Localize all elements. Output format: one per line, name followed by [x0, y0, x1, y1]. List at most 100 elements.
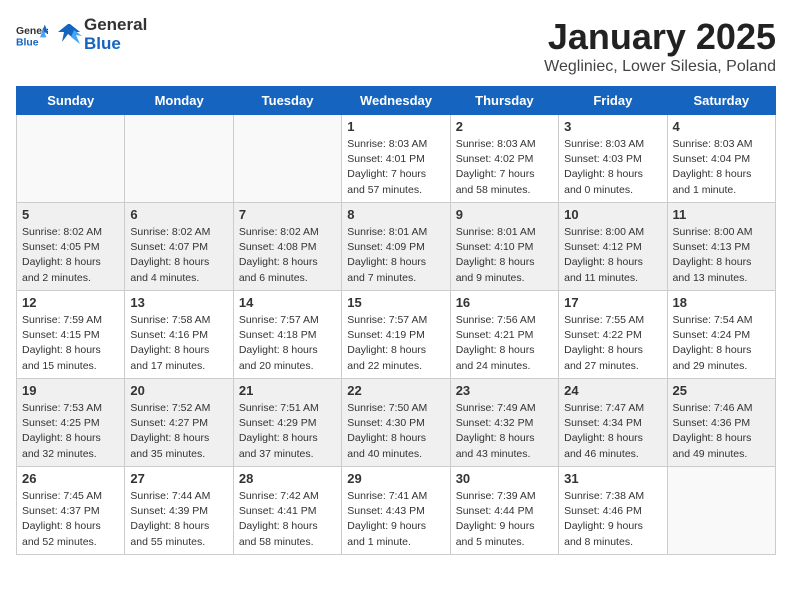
logo-blue-text: Blue	[84, 35, 147, 54]
day-number: 23	[456, 383, 553, 398]
calendar-day-cell: 10 Sunrise: 8:00 AM Sunset: 4:12 PM Dayli…	[559, 203, 667, 291]
day-header-saturday: Saturday	[667, 87, 775, 115]
calendar-day-cell: 19 Sunrise: 7:53 AM Sunset: 4:25 PM Dayli…	[17, 379, 125, 467]
day-info: Sunrise: 8:02 AM Sunset: 4:07 PM Dayligh…	[130, 225, 227, 286]
day-info: Sunrise: 8:01 AM Sunset: 4:09 PM Dayligh…	[347, 225, 444, 286]
calendar-day-cell: 27 Sunrise: 7:44 AM Sunset: 4:39 PM Dayli…	[125, 467, 233, 555]
calendar-day-cell: 11Sunrise: 8:00 AM Sunset: 4:13 PM Dayli…	[667, 203, 775, 291]
calendar-day-cell: 14 Sunrise: 7:57 AM Sunset: 4:18 PM Dayli…	[233, 291, 341, 379]
day-number: 8	[347, 207, 444, 222]
calendar-day-cell: 9Sunrise: 8:01 AM Sunset: 4:10 PM Daylig…	[450, 203, 558, 291]
day-info: Sunrise: 7:49 AM Sunset: 4:32 PM Dayligh…	[456, 401, 553, 462]
calendar-day-cell: 25 Sunrise: 7:46 AM Sunset: 4:36 PM Dayli…	[667, 379, 775, 467]
day-info: Sunrise: 7:39 AM Sunset: 4:44 PM Dayligh…	[456, 489, 553, 550]
day-info: Sunrise: 7:57 AM Sunset: 4:18 PM Dayligh…	[239, 313, 336, 374]
day-number: 1	[347, 119, 444, 134]
calendar-empty-cell	[17, 115, 125, 203]
calendar-day-cell: 17 Sunrise: 7:55 AM Sunset: 4:22 PM Dayli…	[559, 291, 667, 379]
day-number: 10	[564, 207, 661, 222]
day-info: Sunrise: 7:44 AM Sunset: 4:39 PM Dayligh…	[130, 489, 227, 550]
day-number: 29	[347, 471, 444, 486]
logo-icon: General Blue	[16, 21, 48, 49]
calendar-day-cell: 28Sunrise: 7:42 AM Sunset: 4:41 PM Dayli…	[233, 467, 341, 555]
calendar-day-cell: 20Sunrise: 7:52 AM Sunset: 4:27 PM Dayli…	[125, 379, 233, 467]
calendar-day-cell: 13 Sunrise: 7:58 AM Sunset: 4:16 PM Dayli…	[125, 291, 233, 379]
day-number: 21	[239, 383, 336, 398]
calendar-day-cell: 1 Sunrise: 8:03 AM Sunset: 4:01 PM Daylig…	[342, 115, 450, 203]
day-number: 4	[673, 119, 770, 134]
day-info: Sunrise: 7:53 AM Sunset: 4:25 PM Dayligh…	[22, 401, 119, 462]
logo-bird-icon	[52, 22, 82, 48]
day-info: Sunrise: 7:38 AM Sunset: 4:46 PM Dayligh…	[564, 489, 661, 550]
day-number: 9	[456, 207, 553, 222]
day-info: Sunrise: 7:41 AM Sunset: 4:43 PM Dayligh…	[347, 489, 444, 550]
calendar-week-row: 26Sunrise: 7:45 AM Sunset: 4:37 PM Dayli…	[17, 467, 776, 555]
calendar-title-area: January 2025 Wegliniec, Lower Silesia, P…	[544, 16, 776, 76]
calendar-day-cell: 23 Sunrise: 7:49 AM Sunset: 4:32 PM Dayli…	[450, 379, 558, 467]
page-header: General Blue General Blue January 2025 W…	[16, 16, 776, 76]
calendar-empty-cell	[667, 467, 775, 555]
day-header-tuesday: Tuesday	[233, 87, 341, 115]
day-number: 27	[130, 471, 227, 486]
day-number: 28	[239, 471, 336, 486]
day-number: 17	[564, 295, 661, 310]
day-number: 19	[22, 383, 119, 398]
day-info: Sunrise: 8:03 AM Sunset: 4:04 PM Dayligh…	[673, 137, 770, 198]
day-info: Sunrise: 8:02 AM Sunset: 4:08 PM Dayligh…	[239, 225, 336, 286]
calendar-week-row: 5 Sunrise: 8:02 AM Sunset: 4:05 PM Daylig…	[17, 203, 776, 291]
calendar-day-cell: 16Sunrise: 7:56 AM Sunset: 4:21 PM Dayli…	[450, 291, 558, 379]
calendar-empty-cell	[233, 115, 341, 203]
calendar-day-cell: 21 Sunrise: 7:51 AM Sunset: 4:29 PM Dayli…	[233, 379, 341, 467]
day-info: Sunrise: 7:55 AM Sunset: 4:22 PM Dayligh…	[564, 313, 661, 374]
day-number: 14	[239, 295, 336, 310]
day-info: Sunrise: 8:03 AM Sunset: 4:02 PM Dayligh…	[456, 137, 553, 198]
calendar-day-cell: 24 Sunrise: 7:47 AM Sunset: 4:34 PM Dayli…	[559, 379, 667, 467]
day-number: 18	[673, 295, 770, 310]
day-info: Sunrise: 7:46 AM Sunset: 4:36 PM Dayligh…	[673, 401, 770, 462]
calendar-day-cell: 29 Sunrise: 7:41 AM Sunset: 4:43 PM Dayli…	[342, 467, 450, 555]
day-number: 7	[239, 207, 336, 222]
day-header-sunday: Sunday	[17, 87, 125, 115]
calendar-day-cell: 30 Sunrise: 7:39 AM Sunset: 4:44 PM Dayli…	[450, 467, 558, 555]
calendar-day-cell: 5 Sunrise: 8:02 AM Sunset: 4:05 PM Daylig…	[17, 203, 125, 291]
calendar-day-cell: 12Sunrise: 7:59 AM Sunset: 4:15 PM Dayli…	[17, 291, 125, 379]
day-number: 15	[347, 295, 444, 310]
calendar-day-cell: 8 Sunrise: 8:01 AM Sunset: 4:09 PM Daylig…	[342, 203, 450, 291]
day-number: 2	[456, 119, 553, 134]
day-info: Sunrise: 8:03 AM Sunset: 4:01 PM Dayligh…	[347, 137, 444, 198]
day-number: 31	[564, 471, 661, 486]
day-number: 5	[22, 207, 119, 222]
calendar-day-cell: 22Sunrise: 7:50 AM Sunset: 4:30 PM Dayli…	[342, 379, 450, 467]
day-info: Sunrise: 8:00 AM Sunset: 4:12 PM Dayligh…	[564, 225, 661, 286]
calendar-day-cell: 6Sunrise: 8:02 AM Sunset: 4:07 PM Daylig…	[125, 203, 233, 291]
logo-general-text: General	[84, 16, 147, 35]
day-header-monday: Monday	[125, 87, 233, 115]
calendar-day-cell: 4 Sunrise: 8:03 AM Sunset: 4:04 PM Daylig…	[667, 115, 775, 203]
calendar-day-cell: 18 Sunrise: 7:54 AM Sunset: 4:24 PM Dayli…	[667, 291, 775, 379]
calendar-empty-cell	[125, 115, 233, 203]
day-info: Sunrise: 7:58 AM Sunset: 4:16 PM Dayligh…	[130, 313, 227, 374]
day-info: Sunrise: 8:03 AM Sunset: 4:03 PM Dayligh…	[564, 137, 661, 198]
day-info: Sunrise: 7:52 AM Sunset: 4:27 PM Dayligh…	[130, 401, 227, 462]
calendar-day-cell: 15 Sunrise: 7:57 AM Sunset: 4:19 PM Dayli…	[342, 291, 450, 379]
day-info: Sunrise: 7:51 AM Sunset: 4:29 PM Dayligh…	[239, 401, 336, 462]
day-info: Sunrise: 8:02 AM Sunset: 4:05 PM Dayligh…	[22, 225, 119, 286]
day-number: 30	[456, 471, 553, 486]
location-title: Wegliniec, Lower Silesia, Poland	[544, 58, 776, 76]
month-title: January 2025	[544, 16, 776, 58]
day-info: Sunrise: 7:54 AM Sunset: 4:24 PM Dayligh…	[673, 313, 770, 374]
calendar-table: SundayMondayTuesdayWednesdayThursdayFrid…	[16, 86, 776, 555]
day-number: 25	[673, 383, 770, 398]
day-number: 24	[564, 383, 661, 398]
day-number: 11	[673, 207, 770, 222]
day-info: Sunrise: 7:47 AM Sunset: 4:34 PM Dayligh…	[564, 401, 661, 462]
svg-text:Blue: Blue	[16, 37, 39, 48]
day-info: Sunrise: 7:50 AM Sunset: 4:30 PM Dayligh…	[347, 401, 444, 462]
day-header-thursday: Thursday	[450, 87, 558, 115]
day-header-friday: Friday	[559, 87, 667, 115]
day-info: Sunrise: 7:57 AM Sunset: 4:19 PM Dayligh…	[347, 313, 444, 374]
day-number: 16	[456, 295, 553, 310]
logo: General Blue General Blue	[16, 16, 147, 53]
day-number: 3	[564, 119, 661, 134]
day-number: 13	[130, 295, 227, 310]
